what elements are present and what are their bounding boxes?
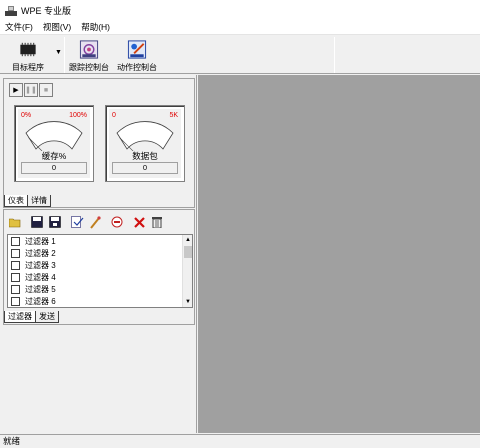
gauge-label: 数据包: [132, 151, 158, 161]
trash-button[interactable]: [149, 214, 165, 230]
play-button[interactable]: ▶: [9, 83, 23, 97]
filter-tabs: 过滤器 发送: [4, 311, 59, 323]
save-button[interactable]: [29, 214, 45, 230]
pause-button[interactable]: ❚❚: [24, 83, 38, 97]
main-toolbar: 目标程序 ▼ 跟踪控制台 动作控制台: [0, 34, 480, 74]
scroll-up-icon[interactable]: ▲: [183, 235, 192, 245]
filter-checkbox[interactable]: [11, 284, 20, 294]
filter-checkbox[interactable]: [11, 272, 20, 282]
trace-console-icon: [79, 40, 99, 59]
chip-icon: [20, 42, 36, 57]
filter-row[interactable]: 过滤器 2: [8, 247, 192, 259]
buffer-gauge: 0% 100% 缓存% 0: [14, 105, 94, 182]
filter-checkbox[interactable]: [11, 248, 20, 258]
filter-scrollbar[interactable]: ▲ ▼: [182, 235, 192, 307]
menu-bar: 文件(F) 视图(V) 帮助(H): [0, 20, 480, 34]
filter-row[interactable]: 过滤器 5: [8, 283, 192, 295]
filter-row[interactable]: 过滤器 3: [8, 259, 192, 271]
gauge-panel: ▶ ❚❚ ■ 0% 100% 缓存% 0 0 5K 数据包 0 仪表 详情: [3, 78, 195, 208]
filter-row[interactable]: 过滤器 6: [8, 295, 192, 307]
filter-checkbox[interactable]: [11, 296, 20, 306]
stop-icon: ■: [43, 86, 49, 94]
window-title: WPE 专业版: [21, 5, 72, 16]
filter-label: 过滤器 5: [25, 284, 56, 294]
tab-filters[interactable]: 过滤器: [4, 311, 36, 323]
left-panel: ▶ ❚❚ ■ 0% 100% 缓存% 0 0 5K 数据包 0 仪表 详情 过滤…: [0, 75, 197, 433]
tab-gauges[interactable]: 仪表: [4, 195, 28, 207]
workspace-area: [198, 75, 480, 433]
packet-gauge: 0 5K 数据包 0: [105, 105, 185, 182]
edit-list-icon: [70, 215, 83, 228]
title-bar: WPE 专业版: [0, 0, 480, 20]
target-program-label: 目标程序: [12, 63, 44, 72]
scroll-down-icon[interactable]: ▼: [183, 297, 192, 307]
toggle-button[interactable]: [109, 214, 125, 230]
chevron-down-icon[interactable]: ▼: [55, 49, 62, 56]
toolbar-separator: [64, 37, 65, 73]
filter-panel: 过滤器 1 过滤器 2 过滤器 3 过滤器 4 过滤器 5 过滤器 6 ▲ ▼ …: [3, 209, 195, 325]
filter-label: 过滤器 6: [25, 296, 56, 306]
trace-console-button[interactable]: 跟踪控制台: [66, 37, 112, 73]
filter-label: 过滤器 1: [25, 236, 56, 246]
filter-row[interactable]: 过滤器 1: [8, 235, 192, 247]
gauge-dial: [25, 121, 83, 151]
menu-help[interactable]: 帮助(H): [81, 21, 110, 33]
save-all-icon: [49, 216, 61, 228]
scroll-thumb[interactable]: [184, 246, 192, 258]
filter-list: 过滤器 1 过滤器 2 过滤器 3 过滤器 4 过滤器 5 过滤器 6 ▲ ▼: [7, 234, 193, 308]
close-icon: [133, 216, 145, 228]
brush-icon: [90, 215, 101, 229]
filter-row[interactable]: 过滤器 4: [8, 271, 192, 283]
target-program-button[interactable]: 目标程序: [6, 37, 50, 73]
toggle-icon: [111, 216, 123, 228]
gauge-dial: [116, 121, 174, 151]
stop-button[interactable]: ■: [39, 83, 53, 97]
gauge-min: 0: [112, 112, 116, 119]
tab-details[interactable]: 详情: [27, 195, 51, 207]
filter-toolbar: [7, 214, 167, 230]
gauge-label: 缓存%: [41, 151, 67, 161]
brush-button[interactable]: [87, 214, 103, 230]
filter-label: 过滤器 3: [25, 260, 56, 270]
status-bar: 就绪: [0, 434, 480, 448]
status-text: 就绪: [3, 436, 21, 446]
edit-button[interactable]: [69, 214, 85, 230]
gauge-max: 5K: [169, 112, 178, 119]
gauge-min: 0%: [21, 112, 32, 119]
action-console-icon: [127, 40, 147, 59]
toolbar-separator: [334, 37, 335, 73]
tab-send[interactable]: 发送: [35, 311, 59, 323]
app-icon: [5, 5, 17, 16]
gauge-value: 0: [21, 162, 87, 174]
open-button[interactable]: [7, 214, 23, 230]
trash-icon: [152, 217, 162, 228]
gauge-max: 100%: [69, 112, 87, 119]
pause-icon: ❚❚: [25, 87, 37, 94]
delete-button[interactable]: [131, 214, 147, 230]
gauge-tabs: 仪表 详情: [4, 195, 51, 207]
filter-label: 过滤器 2: [25, 248, 56, 258]
action-console-button[interactable]: 动作控制台: [114, 37, 160, 73]
playback-controls: ▶ ❚❚ ■: [9, 83, 54, 99]
filter-checkbox[interactable]: [11, 236, 20, 246]
menu-file[interactable]: 文件(F): [5, 21, 33, 33]
filter-label: 过滤器 4: [25, 272, 56, 282]
filter-checkbox[interactable]: [11, 260, 20, 270]
trace-console-label: 跟踪控制台: [69, 63, 109, 72]
gauge-value: 0: [112, 162, 178, 174]
play-icon: ▶: [13, 87, 19, 94]
folder-open-icon: [8, 218, 20, 227]
save-icon: [31, 216, 43, 228]
save-all-button[interactable]: [47, 214, 63, 230]
menu-view[interactable]: 视图(V): [43, 21, 71, 33]
action-console-label: 动作控制台: [117, 63, 157, 72]
